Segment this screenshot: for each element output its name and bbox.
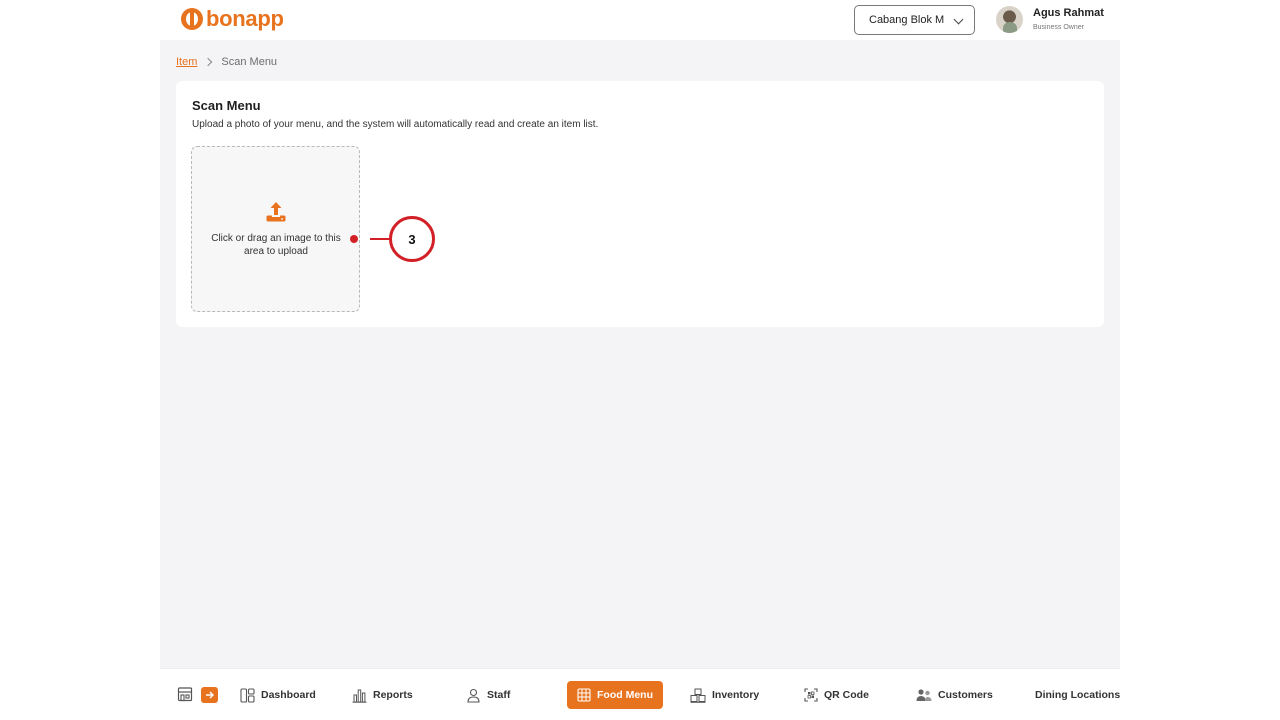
arrow-right-icon	[205, 691, 214, 699]
expand-sidebar-button[interactable]	[201, 687, 218, 703]
user-icon	[467, 688, 480, 703]
brand-logo[interactable]: bonapp	[181, 7, 284, 31]
user-role: Business Owner	[1033, 24, 1084, 31]
top-header: bonapp Cabang Blok M Agus Rahmat Busines…	[160, 0, 1120, 40]
callout-number-badge: 3	[389, 216, 435, 262]
page-description: Upload a photo of your menu, and the sys…	[192, 119, 599, 130]
nav-item-label: QR Code	[824, 689, 869, 701]
nav-item-qr-code[interactable]: QR Code	[794, 681, 879, 709]
page-title: Scan Menu	[192, 98, 261, 113]
nav-item-inventory[interactable]: Inventory	[680, 681, 769, 709]
nav-item-label: Dashboard	[261, 689, 316, 701]
nav-item-food-menu[interactable]: Food Menu	[567, 681, 663, 709]
nav-item-label: Dining Locations	[1035, 689, 1120, 701]
scan-menu-card: Scan Menu Upload a photo of your menu, a…	[176, 81, 1104, 327]
upload-icon	[266, 202, 286, 222]
dropzone-text: Click or drag an image to this area to u…	[211, 233, 341, 257]
branch-select-value: Cabang Blok M	[869, 14, 945, 26]
nav-item-dashboard[interactable]: Dashboard	[230, 681, 326, 709]
bar-chart-icon	[352, 689, 367, 703]
breadcrumb: Item Scan Menu	[176, 56, 277, 68]
boxes-icon	[690, 688, 706, 703]
nav-item-label: Inventory	[712, 689, 760, 701]
callout-dot	[350, 235, 358, 243]
app-shell: bonapp Cabang Blok M Agus Rahmat Busines…	[160, 0, 1120, 720]
bottom-nav: Dashboard Reports Staff Food Menu Invent…	[160, 668, 1120, 720]
user-name: Agus Rahmat	[1033, 7, 1104, 19]
dashboard-icon	[240, 687, 255, 703]
breadcrumb-item-link[interactable]: Item	[176, 56, 197, 68]
nav-item-staff[interactable]: Staff	[456, 681, 520, 709]
chevron-down-icon	[953, 14, 964, 25]
nav-item-label: Food Menu	[597, 689, 653, 701]
qr-code-icon	[804, 688, 818, 702]
avatar[interactable]	[996, 6, 1023, 33]
nav-item-customers[interactable]: Customers	[906, 681, 1003, 709]
breadcrumb-current: Scan Menu	[221, 56, 278, 68]
chevron-right-icon	[204, 57, 213, 67]
grid-menu-icon	[577, 688, 591, 702]
nav-item-dining-locations[interactable]: Dining Locations	[1019, 681, 1120, 709]
branch-select[interactable]: Cabang Blok M	[854, 5, 975, 35]
nav-item-reports[interactable]: Reports	[342, 681, 423, 709]
store-icon[interactable]	[177, 686, 193, 702]
logo-text: bonapp	[206, 6, 284, 31]
image-upload-dropzone[interactable]: Click or drag an image to this area to u…	[191, 146, 360, 312]
customers-icon	[916, 689, 932, 701]
nav-item-label: Staff	[487, 689, 511, 701]
logo-icon	[181, 8, 203, 30]
nav-item-label: Reports	[373, 689, 413, 701]
nav-item-label: Customers	[938, 689, 993, 701]
